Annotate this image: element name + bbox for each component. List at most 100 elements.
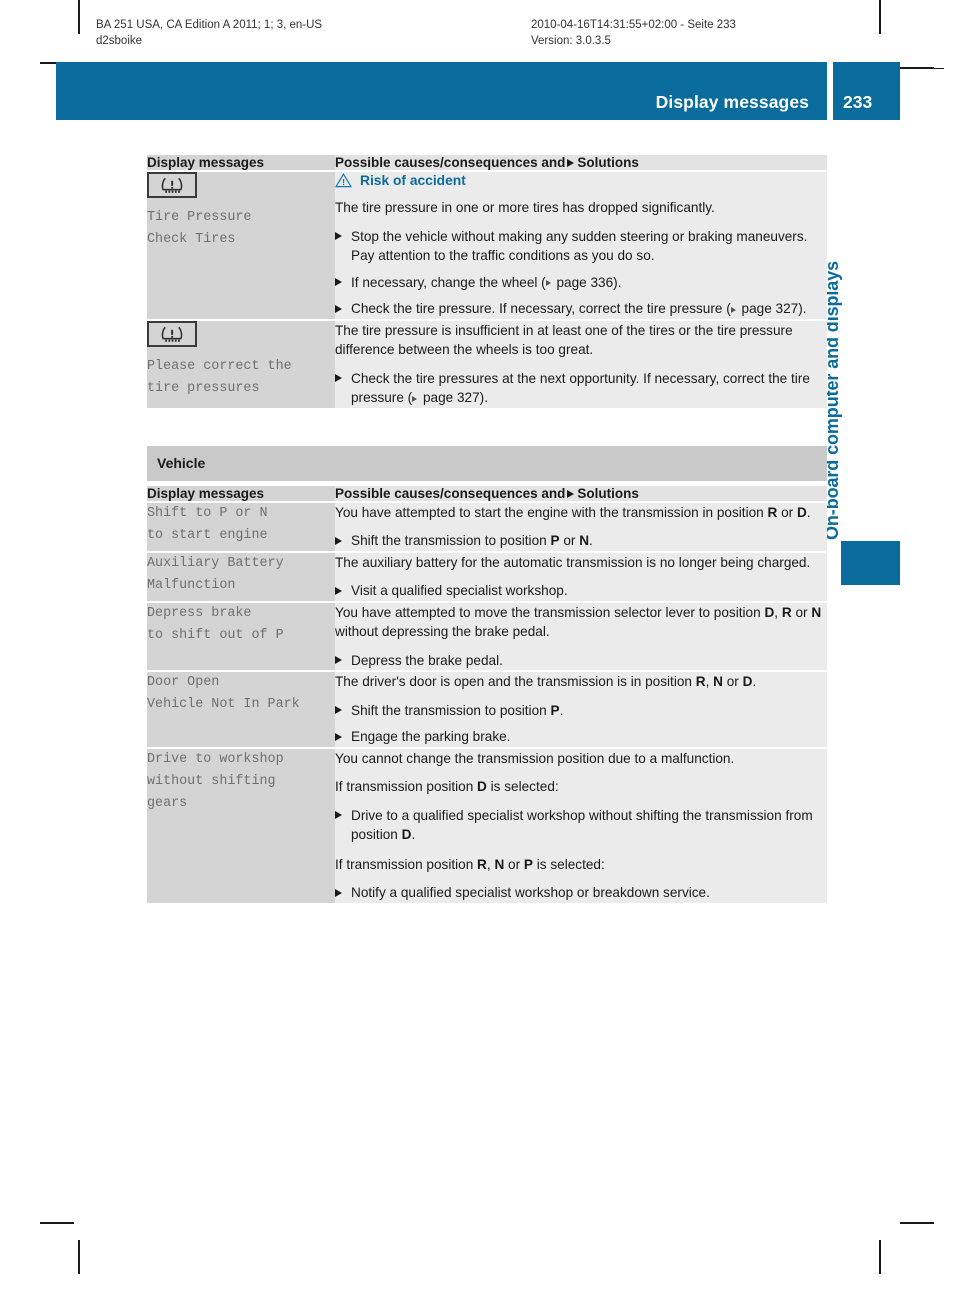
bullet-triangle-icon — [335, 304, 342, 313]
display-message-text: Depress brake to shift out of P — [147, 605, 284, 643]
bullet-triangle-icon — [335, 811, 342, 819]
solutions-triangle-icon — [567, 159, 575, 167]
message-cell: Door Open Vehicle Not In Park — [147, 671, 335, 749]
message-cell: Drive to workshop without shifting gears — [147, 747, 335, 903]
causes-solutions-cell: You have attempted to move the transmiss… — [335, 601, 827, 672]
display-message-text: Door Open Vehicle Not In Park — [147, 675, 300, 712]
crop-mark-bottom-right-vertical — [879, 1240, 881, 1274]
condition-paragraph: If transmission position D is selected: — [335, 779, 559, 794]
causes-solutions-cell: The driver's door is open and the transm… — [335, 671, 827, 749]
table-row: Shift to P or N to start engine You have… — [147, 501, 827, 553]
solution-bullet: Check the tire pressures at the next opp… — [335, 369, 827, 408]
solution-bullet: If necessary, change the wheel ( page 33… — [335, 273, 827, 293]
solution-bullet-text: Engage the parking brake. — [351, 729, 511, 744]
crop-mark-top-left-vertical — [78, 0, 80, 34]
print-meta-right-line2: Version: 3.0.3.5 — [531, 34, 611, 47]
bullet-triangle-icon — [335, 732, 342, 741]
vehicle-messages-table: Display messages Possible causes/consequ… — [147, 485, 827, 903]
tire-pressure-warning-icon — [147, 172, 197, 198]
warning-label: Risk of accident — [360, 173, 466, 188]
message-cell: Tire Pressure Check Tires — [147, 171, 335, 321]
message-cell: Auxiliary Battery Malfunction — [147, 551, 335, 603]
causes-solutions-cell: The tire pressure is insufficient in at … — [335, 319, 827, 408]
table-row: Please correct the tire pressures The ti… — [147, 319, 827, 408]
solution-bullet-text: If necessary, change the wheel ( page 33… — [351, 274, 622, 290]
solution-bullet-text: Stop the vehicle without making any sudd… — [351, 228, 808, 264]
column-header-causes-text: Possible causes/consequences and — [335, 155, 566, 170]
message-cell: Please correct the tire pressures — [147, 319, 335, 408]
message-cell: Depress brake to shift out of P — [147, 601, 335, 672]
column-header-solutions-text: Solutions — [577, 485, 639, 501]
solution-bullet-text: Check the tire pressures at the next opp… — [351, 370, 810, 406]
warning-triangle-icon — [335, 173, 352, 188]
chapter-side-tab-marker — [841, 541, 900, 585]
bullet-triangle-icon — [335, 656, 342, 664]
page-number-block: 233 — [833, 62, 900, 120]
causes-solutions-cell: The auxiliary battery for the automatic … — [335, 551, 827, 603]
cause-paragraph: You have attempted to move the transmiss… — [335, 604, 822, 640]
print-meta-right: 2010-04-16T14:31:55+02:00 - Seite 233 Ve… — [531, 18, 736, 49]
solution-bullet-text: Drive to a qualified specialist workshop… — [351, 807, 813, 843]
column-header-display-messages: Display messages — [147, 485, 335, 503]
crop-mark-bottom-left-horizontal — [40, 1222, 74, 1224]
solution-bullet-text: Shift the transmission to position P or … — [351, 533, 593, 548]
display-message-text: Shift to P or N to start engine — [147, 505, 268, 543]
column-header-causes-solutions: Possible causes/consequences and Solution… — [335, 485, 827, 503]
column-header-solutions-text: Solutions — [577, 155, 639, 170]
condition-paragraph: If transmission position R, N or P is se… — [335, 856, 605, 872]
solution-bullet: Shift the transmission to position P or … — [335, 531, 827, 551]
print-meta-right-line1: 2010-04-16T14:31:55+02:00 - Seite 233 — [531, 19, 736, 31]
bullet-triangle-icon — [335, 706, 342, 714]
bullet-triangle-icon — [335, 586, 342, 595]
print-meta-left: BA 251 USA, CA Edition A 2011; 1; 3, en-… — [96, 18, 322, 49]
table-header-row: Display messages Possible causes/consequ… — [147, 155, 827, 172]
solution-bullet-text: Notify a qualified specialist workshop o… — [351, 885, 710, 900]
display-message-text: Drive to workshop without shifting gears — [147, 751, 284, 811]
bullet-triangle-icon — [335, 536, 342, 545]
solution-bullet: Drive to a qualified specialist workshop… — [335, 806, 827, 845]
print-meta-left-line1: BA 251 USA, CA Edition A 2011; 1; 3, en-… — [96, 19, 323, 31]
section-heading-vehicle: Vehicle — [147, 445, 827, 481]
table-row: Tire Pressure Check Tires Risk of accide… — [147, 171, 827, 321]
causes-solutions-cell: You cannot change the transmission posit… — [335, 747, 827, 903]
solutions-triangle-icon — [567, 489, 575, 498]
chapter-side-tab: On-board computer and displays — [822, 160, 873, 540]
tire-pressure-warning-icon — [147, 320, 197, 347]
column-header-causes-text: Possible causes/consequences and — [335, 485, 566, 501]
causes-solutions-cell: Risk of accident The tire pressure in on… — [335, 171, 827, 321]
print-meta-header: BA 251 USA, CA Edition A 2011; 1; 3, en-… — [96, 18, 894, 58]
solution-bullet-text: Check the tire pressure. If necessary, c… — [351, 301, 807, 316]
table-row: Drive to workshop without shifting gears… — [147, 747, 827, 903]
cause-paragraph: You have attempted to start the engine w… — [335, 504, 811, 520]
table-row: Auxiliary Battery Malfunction The auxili… — [147, 551, 827, 603]
bullet-triangle-icon — [335, 278, 342, 286]
crop-mark-bottom-right-horizontal — [900, 1222, 934, 1224]
bullet-triangle-icon — [335, 374, 342, 382]
page-content: Display messages Possible causes/consequ… — [147, 155, 827, 903]
cause-paragraph: You cannot change the transmission posit… — [335, 750, 735, 766]
table-header-row: Display messages Possible causes/consequ… — [147, 485, 827, 503]
solution-bullet: Check the tire pressure. If necessary, c… — [335, 299, 827, 319]
bullet-triangle-icon — [335, 232, 342, 240]
column-header-display-messages: Display messages — [147, 155, 335, 172]
cause-paragraph: The driver's door is open and the transm… — [335, 674, 757, 689]
message-cell: Shift to P or N to start engine — [147, 501, 335, 553]
solution-bullet-text: Visit a qualified specialist workshop. — [351, 583, 568, 598]
solution-bullet: Stop the vehicle without making any sudd… — [335, 227, 827, 266]
solution-bullet: Shift the transmission to position P. — [335, 701, 827, 721]
table-row: Depress brake to shift out of P You have… — [147, 601, 827, 672]
display-message-text: Please correct the tire pressures — [147, 358, 292, 396]
warning-header: Risk of accident — [335, 173, 827, 188]
causes-solutions-cell: You have attempted to start the engine w… — [335, 501, 827, 553]
page-title: Display messages — [655, 92, 809, 112]
page-number: 233 — [843, 92, 873, 112]
tire-messages-table: Display messages Possible causes/consequ… — [147, 155, 827, 408]
solution-bullet: Notify a qualified specialist workshop o… — [335, 883, 827, 903]
cause-paragraph: The tire pressure is insufficient in at … — [335, 322, 793, 358]
solution-bullet: Depress the brake pedal. — [335, 651, 827, 671]
solution-bullet-text: Shift the transmission to position P. — [351, 702, 564, 718]
solution-bullet: Engage the parking brake. — [335, 727, 827, 747]
crop-mark-bottom-left-vertical — [78, 1240, 80, 1274]
display-message-text: Auxiliary Battery Malfunction — [147, 555, 284, 593]
